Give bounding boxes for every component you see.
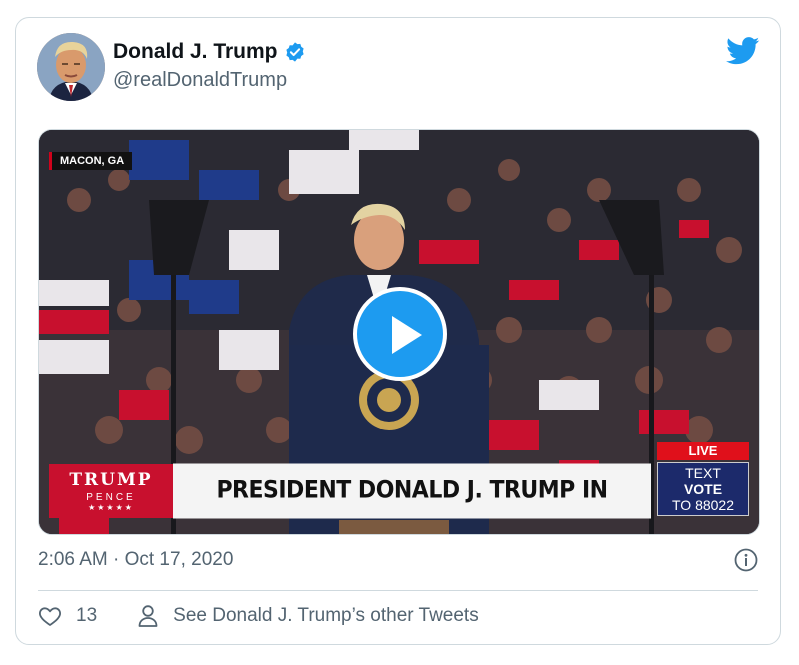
like-count[interactable]: 13 [76, 605, 97, 627]
text-vote-box: TEXT VOTE TO 88022 [657, 462, 749, 516]
verified-badge-icon [285, 42, 304, 62]
tweet-card: Donald J. Trump @realDonaldTrump MACON, … [15, 17, 781, 645]
tweet-actions: 13 See Donald J. Trump’s other Tweets [38, 604, 479, 628]
text-vote-line2: VOTE [683, 481, 723, 497]
logo-pence-text: PENCE [86, 492, 136, 503]
logo-trump-text: TRUMP [69, 470, 153, 490]
heart-icon[interactable] [38, 604, 62, 628]
logo-stars: ★★★★★ [88, 503, 134, 512]
text-vote-line3: TO 88022 [671, 497, 734, 513]
see-other-tweets-link[interactable]: See Donald J. Trump’s other Tweets [173, 605, 479, 627]
location-tag: MACON, GA [49, 152, 133, 170]
play-icon[interactable] [353, 287, 447, 381]
divider [38, 590, 758, 591]
display-name[interactable]: Donald J. Trump [113, 40, 306, 64]
trump-pence-logo: TRUMP PENCE ★★★★★ [49, 464, 173, 518]
handle[interactable]: @realDonaldTrump [113, 69, 287, 92]
display-name-text: Donald J. Trump [113, 40, 278, 63]
person-icon [138, 605, 158, 627]
twitter-bird-icon[interactable] [726, 37, 760, 65]
video-player[interactable]: MACON, GA TRUMP PENCE ★★★★★ PRESIDENT DO… [38, 129, 760, 535]
avatar[interactable] [37, 33, 105, 101]
lower-third: TRUMP PENCE ★★★★★ PRESIDENT DONALD J. TR… [49, 442, 749, 534]
live-badge: LIVE [657, 442, 749, 460]
timestamp[interactable]: 2:06 AM · Oct 17, 2020 [38, 549, 233, 571]
text-vote-line1: TEXT [685, 465, 721, 481]
headline-banner: PRESIDENT DONALD J. TRUMP IN MACON, GA [173, 463, 651, 534]
info-icon[interactable] [734, 548, 758, 572]
